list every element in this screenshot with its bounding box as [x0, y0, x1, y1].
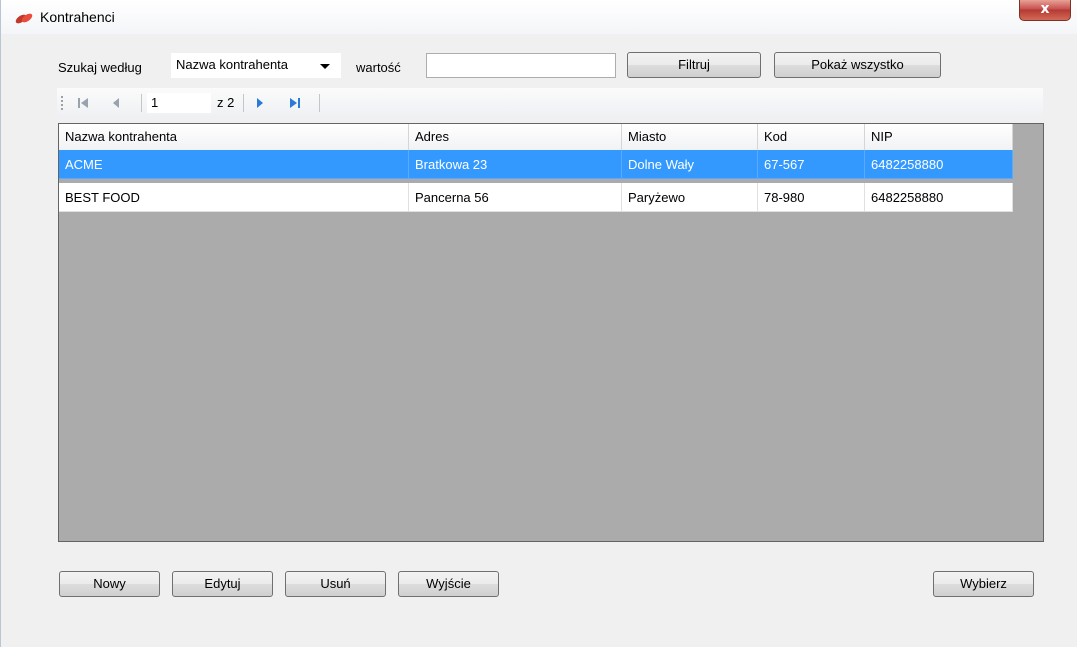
search-value-input[interactable] — [426, 53, 616, 78]
table-row[interactable]: BEST FOOD Pancerna 56 Paryżewo 78-980 64… — [59, 183, 1013, 212]
new-button[interactable]: Nowy — [59, 571, 160, 597]
select-button[interactable]: Wybierz — [933, 571, 1034, 597]
cell-postcode[interactable]: 67-567 — [758, 150, 865, 179]
exit-button[interactable]: Wyjście — [398, 571, 499, 597]
value-label: wartość — [356, 60, 401, 75]
position-input[interactable]: 1 — [147, 93, 211, 113]
dropdown-arrow-icon — [320, 64, 330, 69]
toolbar-separator — [141, 94, 142, 112]
column-header-name[interactable]: Nazwa kontrahenta — [59, 124, 409, 150]
delete-button[interactable]: Usuń — [285, 571, 386, 597]
cell-nip[interactable]: 6482258880 — [865, 183, 1013, 212]
cell-name[interactable]: BEST FOOD — [59, 183, 409, 212]
search-field-selected-value: Nazwa kontrahenta — [176, 57, 289, 72]
search-field-select[interactable]: Nazwa kontrahenta — [171, 53, 341, 78]
record-count-label: z 2 — [217, 95, 235, 110]
position-value: 1 — [151, 95, 159, 110]
move-first-icon[interactable] — [77, 97, 89, 109]
move-previous-icon[interactable] — [111, 97, 121, 109]
toolbar-separator — [243, 94, 244, 112]
grid-header: Nazwa kontrahenta Adres Miasto Kod NIP — [59, 124, 1013, 151]
table-row[interactable]: ACME Bratkowa 23 Dolne Wały 67-567 64822… — [59, 150, 1013, 179]
toolbar-separator — [319, 94, 320, 112]
binding-navigator: 1 z 2 — [57, 88, 1043, 118]
column-header-city[interactable]: Miasto — [622, 124, 758, 150]
cell-city[interactable]: Paryżewo — [622, 183, 758, 212]
close-icon: x — [1040, 1, 1050, 17]
cell-postcode[interactable]: 78-980 — [758, 183, 865, 212]
filter-button[interactable]: Filtruj — [627, 52, 761, 78]
move-next-icon[interactable] — [255, 97, 265, 109]
contractors-grid[interactable]: Nazwa kontrahenta Adres Miasto Kod NIP A… — [58, 123, 1044, 542]
column-header-address[interactable]: Adres — [409, 124, 622, 150]
move-last-icon[interactable] — [289, 97, 301, 109]
edit-button[interactable]: Edytuj — [172, 571, 273, 597]
column-header-postcode[interactable]: Kod — [758, 124, 865, 150]
show-all-button[interactable]: Pokaż wszystko — [774, 52, 941, 78]
cell-city[interactable]: Dolne Wały — [622, 150, 758, 179]
column-header-nip[interactable]: NIP — [865, 124, 1013, 150]
cell-address[interactable]: Bratkowa 23 — [409, 150, 622, 179]
app-logo-icon — [15, 13, 33, 24]
cell-nip[interactable]: 6482258880 — [865, 150, 1013, 179]
window-title: Kontrahenci — [40, 9, 115, 25]
title-bar[interactable]: Kontrahenci — [1, 0, 1077, 34]
cell-name[interactable]: ACME — [59, 150, 409, 179]
search-by-label: Szukaj według — [58, 60, 142, 75]
cell-address[interactable]: Pancerna 56 — [409, 183, 622, 212]
kontrahenci-window: Kontrahenci x Szukaj według Nazwa kontra… — [0, 0, 1077, 647]
toolbar-grip[interactable] — [61, 96, 63, 110]
close-button[interactable]: x — [1019, 0, 1071, 21]
